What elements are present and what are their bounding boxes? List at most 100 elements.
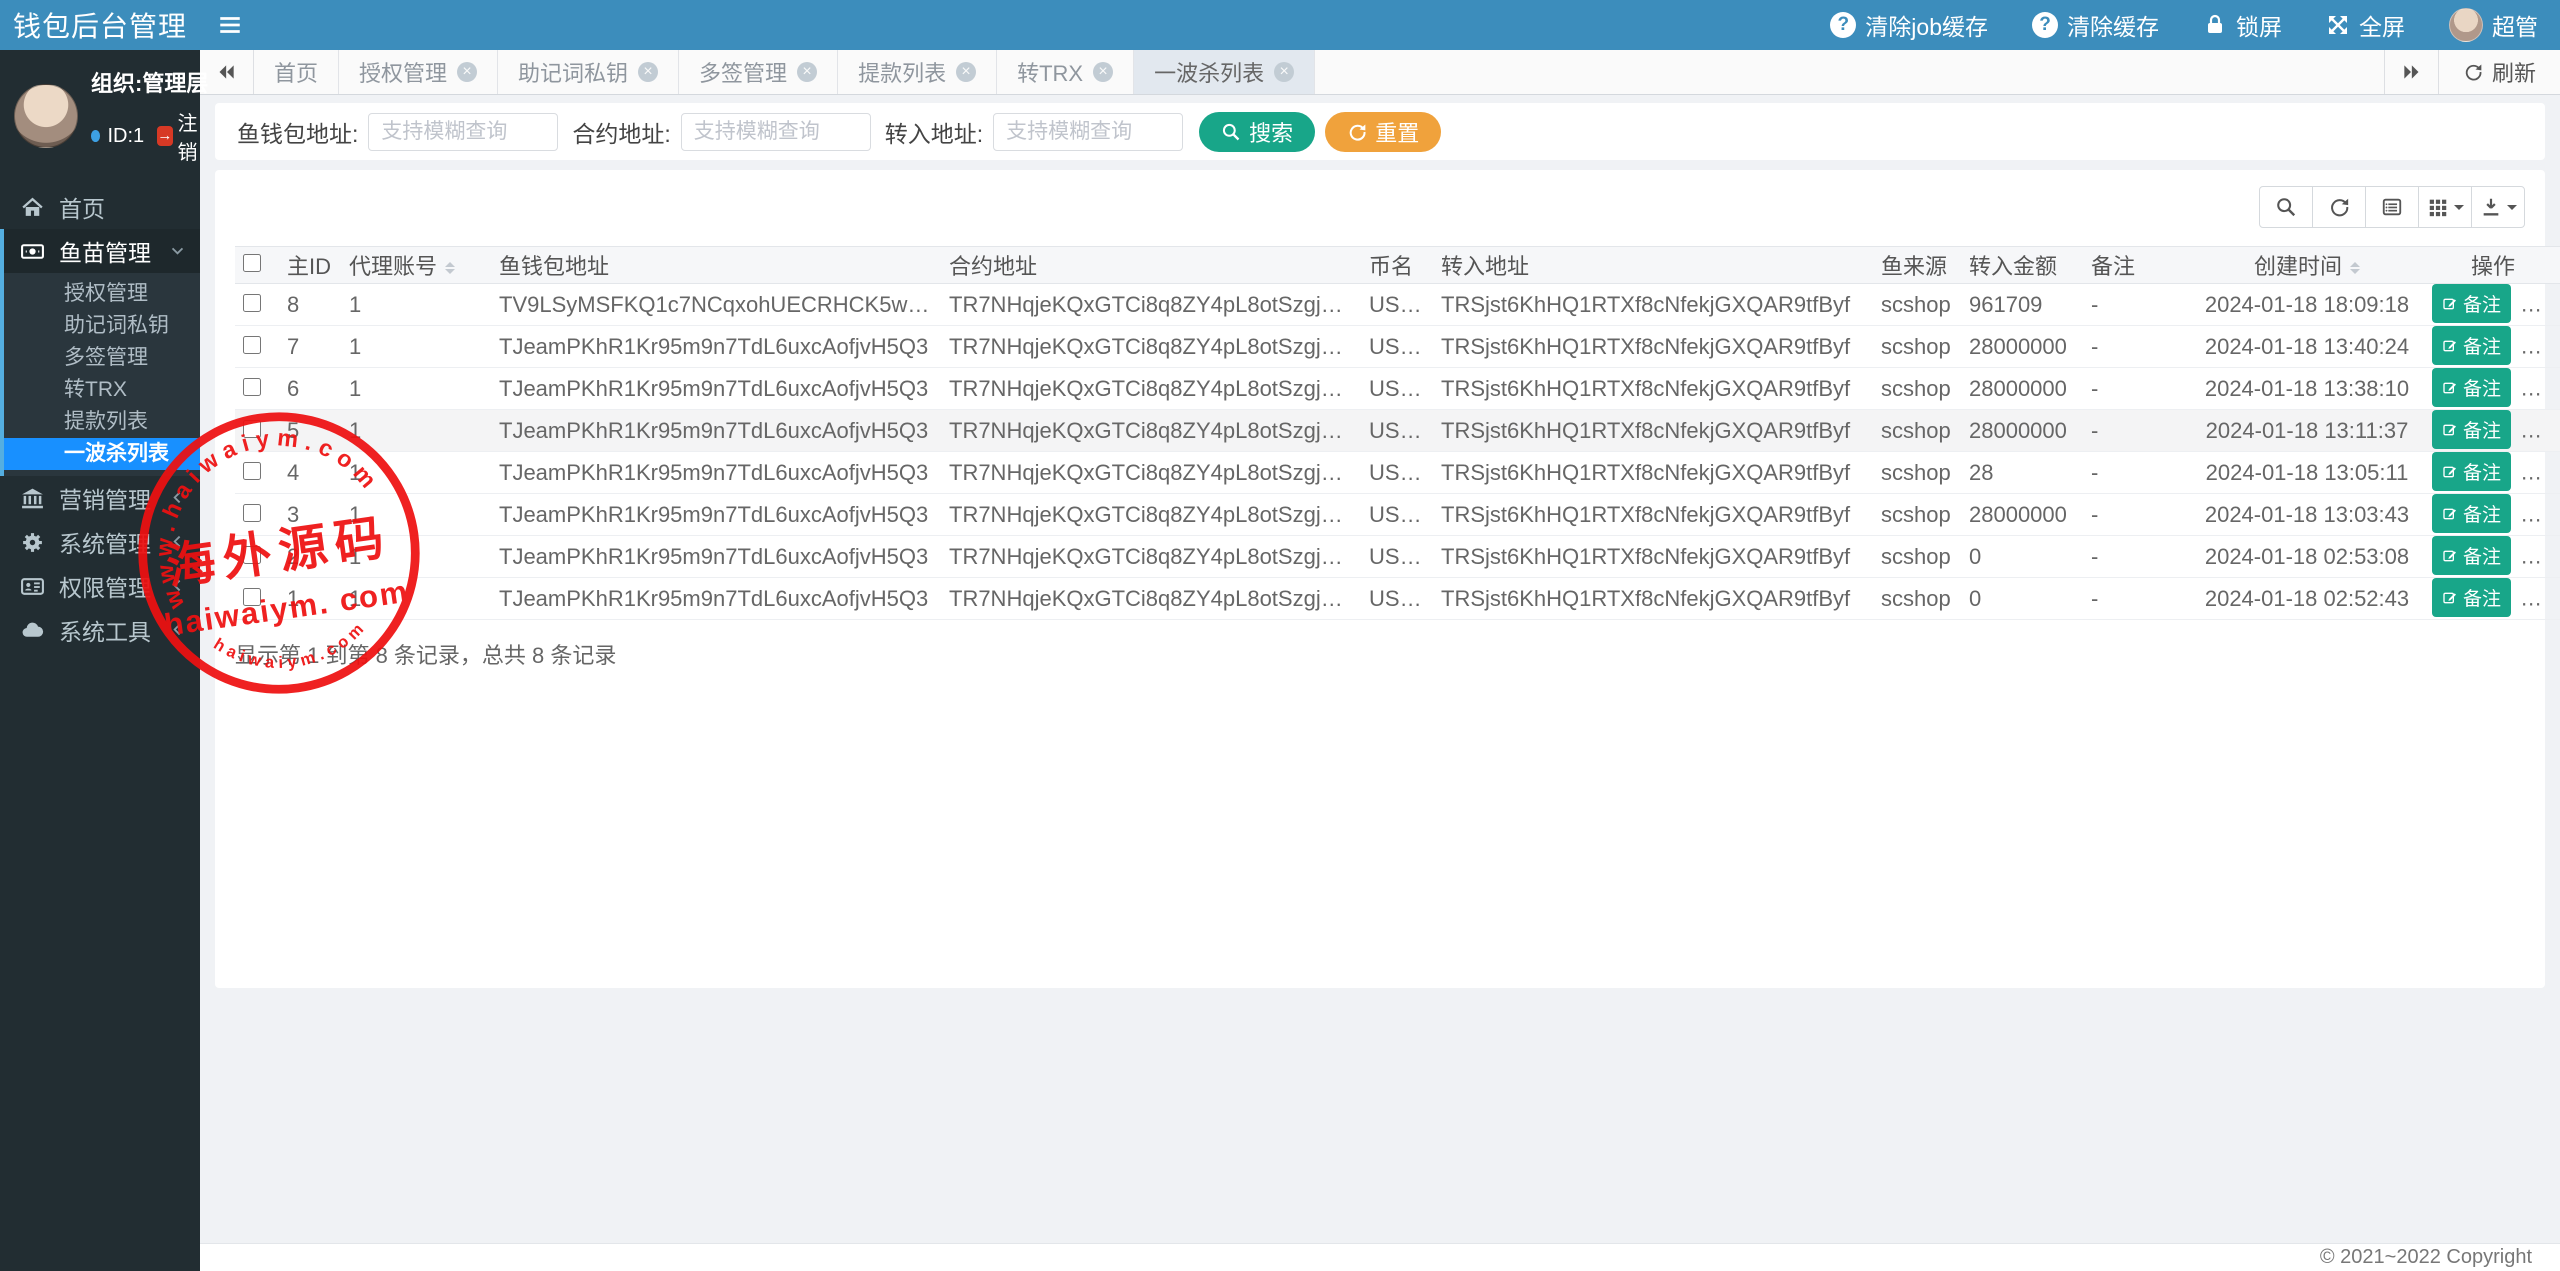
sidebar-item-label: 营销管理 [59,481,151,515]
sidebar-item-fish-management[interactable]: 鱼苗管理 [4,229,200,273]
tab-close-icon[interactable]: × [638,62,658,82]
delete-button-label: 删除 [2549,418,2560,445]
logout-label: 注销 [178,107,209,165]
cell-actions: 备注 ×删除 [2421,536,2560,578]
cell-actions: 备注 ×删除 [2421,578,2560,620]
user-menu-button[interactable]: 超管 [2427,0,2560,50]
tab-close-icon[interactable]: × [797,62,817,82]
cell-id: 5 [279,410,341,452]
wallet-address-input[interactable] [368,113,558,151]
table-detail-view-button[interactable] [2365,186,2419,228]
sidebar-subitem[interactable]: 一波杀列表 [4,438,200,470]
chevron-left-icon [169,529,186,556]
delete-button[interactable]: ×删除 [2523,370,2560,409]
delete-button[interactable]: ×删除 [2523,496,2560,535]
tab[interactable]: 助记词私钥 × [498,50,679,94]
note-button[interactable]: 备注 [2432,452,2511,491]
sidebar-subitem[interactable]: 授权管理 [4,278,200,310]
fullscreen-label: 全屏 [2359,8,2405,42]
table-refresh-button[interactable] [2312,186,2366,228]
sidebar-subitem[interactable]: 提款列表 [4,406,200,438]
copyright-label: © 2021~2022 Copyright [2320,1246,2532,1269]
col-agent[interactable]: 代理账号 [341,247,491,284]
online-status-dot [91,130,100,142]
col-created[interactable]: 创建时间 [2193,247,2421,284]
note-button[interactable]: 备注 [2432,326,2511,365]
sidebar-item-home[interactable]: 首页 [0,185,200,229]
sidebar-subitem[interactable]: 多签管理 [4,342,200,374]
note-button[interactable]: 备注 [2432,284,2511,323]
tab[interactable]: 多签管理 × [679,50,838,94]
tab[interactable]: 转TRX × [997,50,1134,94]
clear-job-cache-label: 清除job缓存 [1865,8,1988,42]
tab-label: 首页 [274,56,318,88]
note-button[interactable]: 备注 [2432,410,2511,449]
user-org-label: 组织:管理层 [91,66,208,98]
data-table: 主ID 代理账号 鱼钱包地址 合约地址 币名 转入地址 鱼来源 转入金额 备注 … [235,246,2560,620]
sidebar-item-system[interactable]: 系统管理 [0,520,200,564]
note-button[interactable]: 备注 [2432,368,2511,407]
search-panel: 鱼钱包地址: 合约地址: 转入地址: 搜索 重置 [215,103,2545,160]
sidebar-item-label: 首页 [59,190,105,224]
x-icon: × [2533,424,2544,440]
sidebar-subitem[interactable]: 转TRX [4,374,200,406]
logout-button[interactable]: → 注销 [157,107,208,165]
reset-button[interactable]: 重置 [1325,112,1441,152]
refresh-tab-button[interactable]: 刷新 [2438,50,2560,94]
sidebar-item-marketing[interactable]: 营销管理 [0,476,200,520]
row-checkbox[interactable] [243,378,261,396]
lock-icon [2203,13,2227,37]
row-checkbox[interactable] [243,504,261,522]
cell-agent: 1 [341,326,491,368]
tab-close-icon[interactable]: × [457,62,477,82]
caret-down-icon [2454,205,2464,215]
delete-button-label: 删除 [2549,460,2560,487]
cell-coin: USDT [1361,494,1433,536]
select-all-checkbox[interactable] [243,254,261,272]
row-checkbox[interactable] [243,462,261,480]
clear-job-cache-button[interactable]: ? 清除job缓存 [1808,0,2010,50]
tabs-scroll-right-button[interactable] [2384,50,2438,94]
tab-close-icon[interactable]: × [1274,62,1294,82]
table-export-button[interactable] [2471,186,2525,228]
to-address-label: 转入地址: [885,115,983,149]
note-button[interactable]: 备注 [2432,536,2511,575]
note-button[interactable]: 备注 [2432,578,2511,617]
row-checkbox[interactable] [243,546,261,564]
search-button[interactable]: 搜索 [1199,112,1315,152]
to-address-input[interactable] [993,113,1183,151]
tab[interactable]: 首页 [254,50,339,94]
sidebar-item-permissions[interactable]: 权限管理 [0,564,200,608]
fullscreen-button[interactable]: 全屏 [2304,0,2427,50]
note-button[interactable]: 备注 [2432,494,2511,533]
table-search-button[interactable] [2259,186,2313,228]
caret-down-icon [2507,205,2517,215]
delete-button[interactable]: ×删除 [2523,328,2560,367]
delete-button-label: 删除 [2549,586,2560,613]
table-columns-button[interactable] [2418,186,2472,228]
cell-coin: USDT [1361,410,1433,452]
row-checkbox[interactable] [243,336,261,354]
row-checkbox[interactable] [243,588,261,606]
cell-contract: TR7NHqjeKQxGTCi8q8ZY4pL8otSzgjLj6t [941,536,1361,578]
delete-button[interactable]: ×删除 [2523,286,2560,325]
cell-actions: 备注 ×删除 [2421,452,2560,494]
delete-button[interactable]: ×删除 [2523,580,2560,619]
lock-screen-button[interactable]: 锁屏 [2181,0,2304,50]
sidebar-toggle-button[interactable] [200,0,260,50]
tab[interactable]: 授权管理 × [339,50,498,94]
tab[interactable]: 一波杀列表 × [1134,50,1315,94]
row-checkbox[interactable] [243,294,261,312]
row-checkbox[interactable] [243,420,261,438]
tab[interactable]: 提款列表 × [838,50,997,94]
sidebar-item-tools[interactable]: 系统工具 [0,608,200,652]
contract-address-input[interactable] [681,113,871,151]
clear-cache-button[interactable]: ? 清除缓存 [2010,0,2181,50]
delete-button[interactable]: × 删除 [2523,412,2560,451]
delete-button[interactable]: ×删除 [2523,538,2560,577]
cell-source: scshop [1873,410,1961,452]
tab-close-icon[interactable]: × [956,62,976,82]
sidebar-subitem[interactable]: 助记词私钥 [4,310,200,342]
tab-close-icon[interactable]: × [1093,62,1113,82]
delete-button[interactable]: ×删除 [2523,454,2560,493]
